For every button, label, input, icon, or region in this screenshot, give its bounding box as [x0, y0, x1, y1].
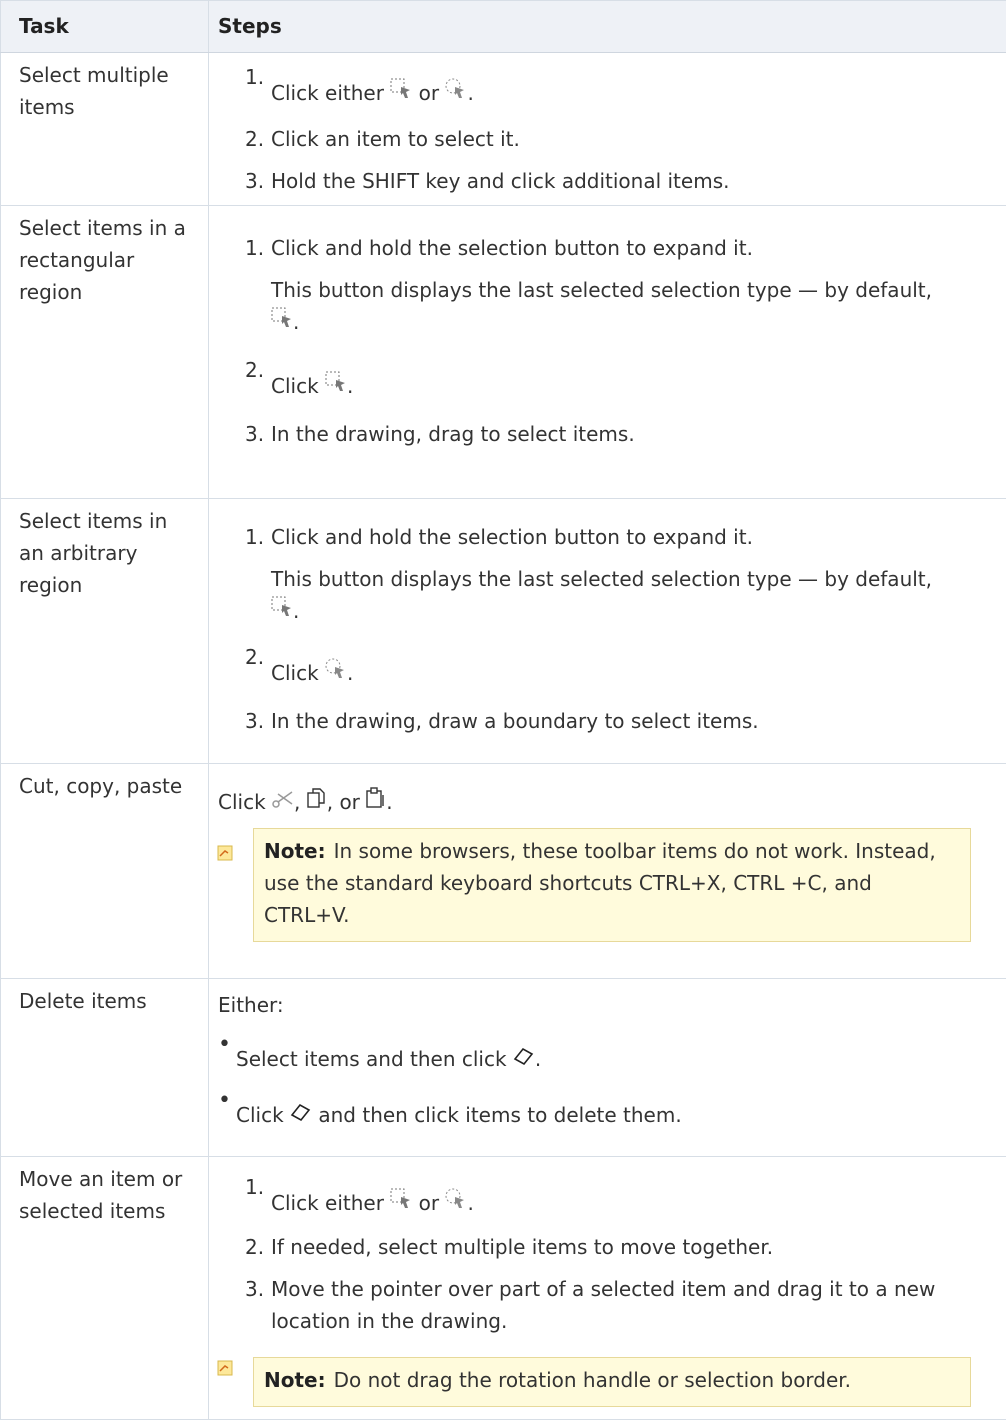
- step-info: This button displays the last selected s…: [271, 274, 932, 306]
- step-text: In the drawing, draw a boundary to selec…: [271, 705, 759, 737]
- step-number: 1.: [245, 232, 264, 264]
- rect-select-icon: [271, 596, 293, 618]
- step-text: If needed, select multiple items to move…: [271, 1231, 773, 1263]
- bullet: •: [218, 1085, 231, 1117]
- task-cell: Select multiple items: [1, 53, 209, 206]
- lasso-select-icon: [445, 1188, 467, 1210]
- step-text-cont: location in the drawing.: [271, 1305, 507, 1337]
- rect-select-icon: [390, 1188, 412, 1210]
- task-cell: Select items in an arbitrary region: [1, 499, 209, 764]
- step-info-icon-line: .: [271, 595, 299, 627]
- step-text: Move the pointer over part of a selected…: [271, 1273, 935, 1305]
- step-text: Click and hold the selection button to e…: [271, 521, 753, 553]
- steps-cell: Either: • Select items and then click . …: [209, 979, 1006, 1157]
- note-icon: [217, 1353, 233, 1385]
- header-task: Task: [1, 1, 209, 53]
- eraser-icon: [290, 1102, 312, 1122]
- header-steps: Steps: [209, 1, 1006, 53]
- rect-select-icon: [390, 78, 412, 100]
- lasso-select-icon: [445, 78, 467, 100]
- step-text: Click and hold the selection button to e…: [271, 232, 753, 264]
- steps-cell: 1. Click either or . 2. If needed, selec…: [209, 1157, 1006, 1420]
- step-text: Click either or .: [271, 77, 474, 109]
- step-text: Click an item to select it.: [271, 123, 520, 155]
- step-text: In the drawing, drag to select items.: [271, 418, 635, 450]
- bullet: •: [218, 1029, 231, 1061]
- note-icon: [217, 838, 233, 870]
- step-number: 1.: [245, 1171, 264, 1203]
- lasso-select-icon: [325, 658, 347, 680]
- eraser-icon: [513, 1046, 535, 1066]
- task-cell: Cut, copy, paste: [1, 764, 209, 979]
- note-box: Note:In some browsers, these toolbar ite…: [253, 828, 971, 942]
- table-row: Select items in a rectangular region 1. …: [1, 206, 1006, 499]
- task-cell: Select items in a rectangular region: [1, 206, 209, 499]
- step-info-icon-line: .: [271, 306, 299, 338]
- task-cell: Delete items: [1, 979, 209, 1157]
- note-label: Note:: [264, 1368, 326, 1392]
- step-text: Click .: [271, 657, 353, 689]
- step-number: 3.: [245, 165, 264, 197]
- step-number: 2.: [245, 123, 264, 155]
- step-text: Click either or .: [271, 1187, 474, 1219]
- steps-cell: 1. Click either or . 2. Click an item to…: [209, 53, 1006, 206]
- table-row: Cut, copy, paste Click , , or . Note:In …: [1, 764, 1006, 979]
- tasks-table: Task Steps Select multiple items 1. Clic…: [0, 0, 1006, 1420]
- step-number: 2.: [245, 641, 264, 673]
- copy-icon: [307, 787, 327, 809]
- step-number: 3.: [245, 418, 264, 450]
- paste-icon: [366, 787, 386, 809]
- intro-text: Either:: [218, 989, 284, 1021]
- step-number: 3.: [245, 705, 264, 737]
- note-label: Note:: [264, 839, 326, 863]
- table-row: Select multiple items 1. Click either or…: [1, 53, 1006, 206]
- table-row: Move an item or selected items 1. Click …: [1, 1157, 1006, 1420]
- bullet-text: Click and then click items to delete the…: [236, 1099, 682, 1131]
- step-number: 1.: [245, 61, 264, 93]
- step-number: 2.: [245, 1231, 264, 1263]
- step-info: This button displays the last selected s…: [271, 563, 932, 595]
- step-text: Hold the SHIFT key and click additional …: [271, 165, 729, 197]
- step-text: Click , , or .: [218, 786, 393, 818]
- bullet-text: Select items and then click .: [236, 1043, 541, 1075]
- step-number: 2.: [245, 354, 264, 386]
- step-number: 3.: [245, 1273, 264, 1305]
- table-row: Select items in an arbitrary region 1. C…: [1, 499, 1006, 764]
- steps-cell: 1. Click and hold the selection button t…: [209, 206, 1006, 499]
- note-text: Do not drag the rotation handle or selec…: [334, 1368, 851, 1392]
- task-cell: Move an item or selected items: [1, 1157, 209, 1420]
- table-row: Delete items Either: • Select items and …: [1, 979, 1006, 1157]
- rect-select-icon: [271, 307, 293, 329]
- note-box: Note: Do not drag the rotation handle or …: [253, 1357, 971, 1407]
- steps-cell: 1. Click and hold the selection button t…: [209, 499, 1006, 764]
- note-text: In some browsers, these toolbar items do…: [264, 839, 936, 927]
- rect-select-icon: [325, 371, 347, 393]
- step-number: 1.: [245, 521, 264, 553]
- steps-cell: Click , , or . Note:In some browsers, th…: [209, 764, 1006, 979]
- step-text: Click .: [271, 370, 353, 402]
- scissors-icon: [272, 789, 294, 809]
- table-header-row: Task Steps: [1, 1, 1006, 53]
